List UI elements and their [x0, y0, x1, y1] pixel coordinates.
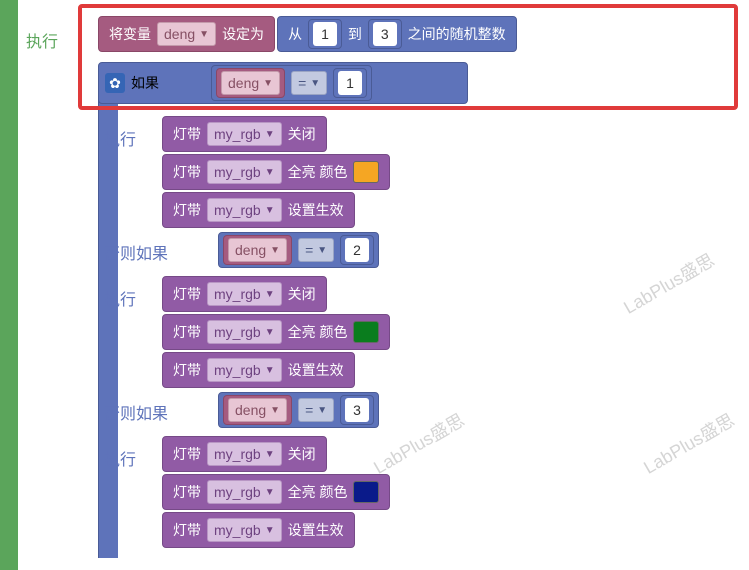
rgb-dropdown[interactable]: my_rgb▼ [207, 282, 282, 306]
chevron-down-icon: ▼ [265, 167, 275, 178]
elseif-label: 否则如果 [104, 240, 168, 264]
if-connector [98, 98, 118, 558]
chevron-down-icon: ▼ [265, 449, 275, 460]
chevron-down-icon: ▼ [317, 245, 327, 256]
var-ref[interactable]: deng▼ [223, 235, 292, 265]
rgb-dropdown[interactable]: my_rgb▼ [207, 160, 282, 184]
exec-label: 执行 [104, 446, 136, 470]
rgb-dropdown[interactable]: my_rgb▼ [207, 442, 282, 466]
chevron-down-icon: ▼ [310, 78, 320, 89]
color-swatch[interactable] [353, 481, 379, 503]
chevron-down-icon: ▼ [270, 245, 280, 256]
elseif-condition[interactable]: deng▼ =▼ 2 [218, 232, 379, 268]
to-label: 到 [348, 24, 362, 44]
chevron-down-icon: ▼ [199, 29, 209, 40]
random-label: 之间的随机整数 [408, 24, 506, 44]
rgb-dropdown[interactable]: my_rgb▼ [207, 320, 282, 344]
if-block[interactable]: ✿ 如果 deng▼ =▼ 1 [98, 62, 468, 104]
elseif-condition[interactable]: deng▼ =▼ 3 [218, 392, 379, 428]
watermark: LabPlus盛思 [638, 406, 739, 479]
chevron-down-icon: ▼ [263, 78, 273, 89]
var-ref[interactable]: deng▼ [216, 68, 285, 98]
color-swatch[interactable] [353, 321, 379, 343]
rgb-dropdown[interactable]: my_rgb▼ [207, 480, 282, 504]
chevron-down-icon: ▼ [265, 327, 275, 338]
chevron-down-icon: ▼ [265, 289, 275, 300]
var-ref[interactable]: deng▼ [223, 395, 292, 425]
led-off-block[interactable]: 灯带 my_rgb▼ 关闭 [162, 436, 327, 472]
exec-label: 执行 [104, 286, 136, 310]
watermark: LabPlus盛思 [618, 246, 719, 319]
chevron-down-icon: ▼ [265, 525, 275, 536]
elseif-label: 否则如果 [104, 400, 168, 424]
chevron-down-icon: ▼ [265, 129, 275, 140]
chevron-down-icon: ▼ [317, 405, 327, 416]
rgb-dropdown[interactable]: my_rgb▼ [207, 518, 282, 542]
set-to-label: 设定为 [222, 24, 264, 44]
led-color-block[interactable]: 灯带 my_rgb▼ 全亮 颜色 [162, 314, 390, 350]
watermark: LabPlus盛思 [368, 406, 469, 479]
led-color-block[interactable]: 灯带 my_rgb▼ 全亮 颜色 [162, 474, 390, 510]
rgb-dropdown[interactable]: my_rgb▼ [207, 358, 282, 382]
chevron-down-icon: ▼ [265, 487, 275, 498]
chevron-down-icon: ▼ [270, 405, 280, 416]
led-off-block[interactable]: 灯带 my_rgb▼ 关闭 [162, 116, 327, 152]
num-input[interactable]: 1 [313, 22, 337, 46]
set-var-label: 将变量 [109, 24, 151, 44]
led-color-block[interactable]: 灯带 my_rgb▼ 全亮 颜色 [162, 154, 390, 190]
chevron-down-icon: ▼ [265, 205, 275, 216]
exec-label: 执行 [104, 126, 136, 150]
operator-dropdown[interactable]: =▼ [298, 238, 334, 262]
compare-value[interactable]: 3 [340, 395, 374, 425]
operator-dropdown[interactable]: =▼ [291, 71, 327, 95]
random-int-block[interactable]: 从 1 到 3 之间的随机整数 [277, 16, 517, 52]
exec-label: 执行 [26, 28, 58, 52]
color-swatch[interactable] [353, 161, 379, 183]
led-off-block[interactable]: 灯带 my_rgb▼ 关闭 [162, 276, 327, 312]
led-apply-block[interactable]: 灯带 my_rgb▼ 设置生效 [162, 512, 355, 548]
rgb-dropdown[interactable]: my_rgb▼ [207, 198, 282, 222]
tab-edge [0, 0, 18, 570]
chevron-down-icon: ▼ [265, 365, 275, 376]
set-variable-block[interactable]: 将变量 deng▼ 设定为 从 1 到 3 之间的随机整数 [98, 16, 517, 52]
led-apply-block[interactable]: 灯带 my_rgb▼ 设置生效 [162, 352, 355, 388]
compare-value[interactable]: 2 [340, 235, 374, 265]
operator-dropdown[interactable]: =▼ [298, 398, 334, 422]
rgb-dropdown[interactable]: my_rgb▼ [207, 122, 282, 146]
num-input[interactable]: 3 [373, 22, 397, 46]
compare-value[interactable]: 1 [333, 68, 367, 98]
led-apply-block[interactable]: 灯带 my_rgb▼ 设置生效 [162, 192, 355, 228]
var-dropdown[interactable]: deng▼ [157, 22, 216, 46]
gear-icon[interactable]: ✿ [105, 73, 125, 93]
if-label: 如果 [131, 73, 159, 93]
from-label: 从 [288, 24, 302, 44]
